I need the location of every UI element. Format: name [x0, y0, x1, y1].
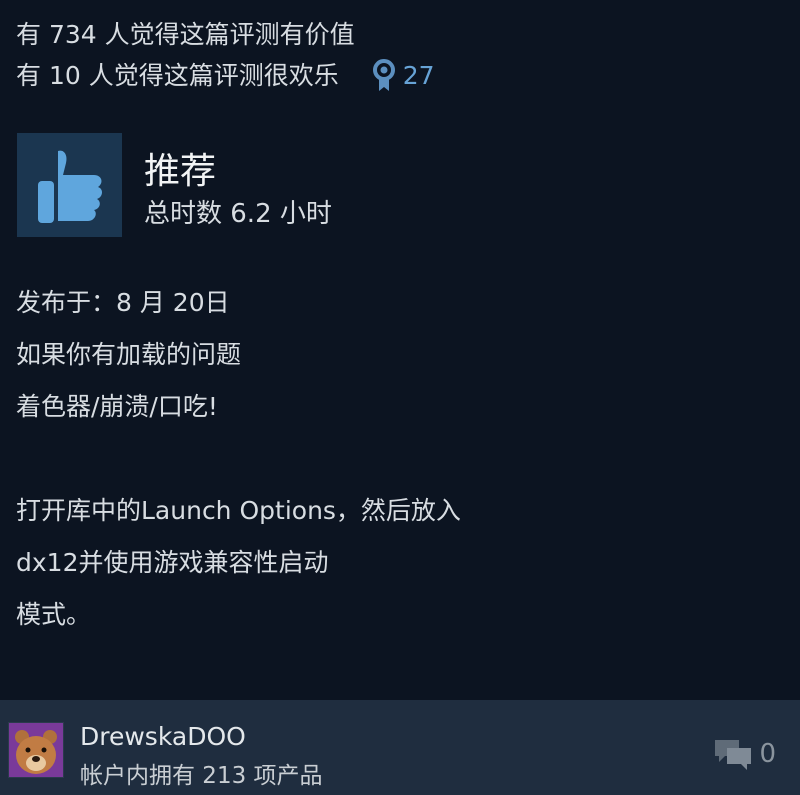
comment-count: 0	[759, 739, 776, 769]
review-line-1: 如果你有加载的问题	[16, 340, 242, 369]
playtime-hours: 总时数 6.2 小时	[144, 199, 332, 229]
recommendation-block: 推荐 总时数 6.2 小时	[17, 133, 332, 237]
comments-button[interactable]: 0	[713, 736, 776, 772]
author-footer: DrewskaDOO 帐户内拥有 213 项产品 0	[0, 700, 800, 795]
helpful-valuable-row: 有 734 人觉得这篇评测有价值	[16, 14, 435, 55]
review-line-2: 着色器/崩溃/口吃!	[16, 392, 218, 421]
review-body: 发布于：8 月 20日 如果你有加载的问题 着色器/崩溃/口吃! 打开库中的La…	[16, 284, 461, 648]
helpful-funny-row: 有 10 人觉得这篇评测很欢乐 27	[16, 55, 435, 96]
award-button[interactable]: 27	[371, 55, 435, 96]
review-page: 有 734 人觉得这篇评测有价值 有 10 人觉得这篇评测很欢乐 27 推荐 总	[0, 0, 800, 795]
avatar[interactable]	[8, 722, 64, 778]
bear-avatar-icon	[9, 723, 63, 777]
award-ribbon-icon	[372, 58, 395, 91]
review-line-5: 模式。	[16, 600, 92, 629]
recommendation-text: 推荐 总时数 6.2 小时	[144, 149, 332, 231]
review-line-4: dx12并使用游戏兼容性启动	[16, 548, 329, 577]
recommendation-title: 推荐	[144, 151, 217, 192]
posted-date: 发布于：8 月 20日	[16, 288, 230, 317]
award-count: 27	[402, 61, 435, 90]
helpful-valuable-text: 有 734 人觉得这篇评测有价值	[16, 20, 355, 49]
thumbs-up-icon	[37, 150, 102, 223]
helpful-summary: 有 734 人觉得这篇评测有价值 有 10 人觉得这篇评测很欢乐 27	[16, 14, 435, 96]
review-line-3: 打开库中的Launch Options，然后放入	[16, 496, 461, 525]
thumbs-up-box	[17, 133, 122, 237]
comment-bubble-icon	[715, 740, 752, 770]
helpful-funny-text: 有 10 人觉得这篇评测很欢乐	[16, 61, 339, 90]
author-products: 帐户内拥有 213 项产品	[80, 763, 323, 789]
author-name[interactable]: DrewskaDOO	[80, 720, 246, 754]
